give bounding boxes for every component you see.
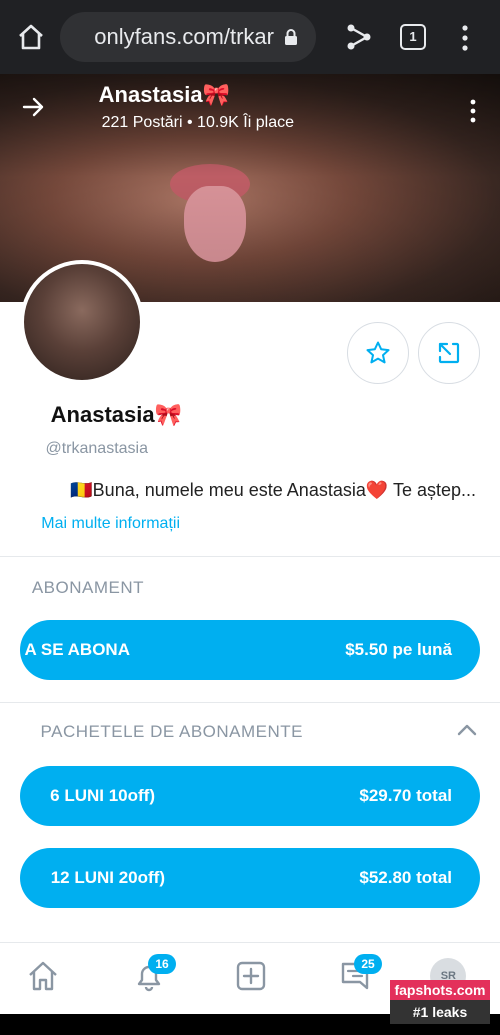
- favorite-button[interactable]: [347, 322, 409, 384]
- share-icon[interactable]: [345, 22, 373, 52]
- cover-title: Anastasia🎀: [98, 82, 230, 107]
- profile-handle: @trkanastasia: [45, 440, 148, 457]
- subscribe-button[interactable]: A SE ABONA $5.50 pe lună: [20, 620, 480, 680]
- notifications-badge: 16: [148, 954, 176, 974]
- share-profile-button[interactable]: [418, 322, 480, 384]
- back-arrow-icon[interactable]: [20, 94, 46, 120]
- subscribe-label: A SE ABONA: [24, 640, 130, 659]
- divider: [0, 556, 500, 557]
- subscribe-price: $5.50 pe lună: [345, 640, 452, 659]
- home-icon[interactable]: [26, 959, 60, 993]
- profile-bio: 🇷🇴Buna, numele meu este Anastasia❤️ Te a…: [70, 480, 476, 500]
- address-bar[interactable]: onlyfans.com/trkar: [60, 12, 316, 62]
- bundle-label: 6 LUNI 10off): [50, 786, 155, 805]
- browser-toolbar: onlyfans.com/trkar 1: [0, 0, 500, 74]
- tab-switcher-icon[interactable]: 1: [400, 24, 426, 50]
- watermark-site: fapshots.com: [390, 980, 490, 1000]
- chevron-up-icon[interactable]: [456, 722, 478, 738]
- subscription-title: ABONAMENT: [31, 578, 144, 597]
- bundle-label: 12 LUNI 20off): [50, 868, 165, 887]
- share-arrow-icon: [438, 342, 460, 364]
- watermark-tagline: #1 leaks: [390, 1000, 490, 1024]
- app-screen: onlyfans.com/trkar 1 Anastasia🎀 221 Post…: [0, 0, 500, 1035]
- url-text: onlyfans.com/trkar: [94, 24, 274, 49]
- bundle-button[interactable]: 6 LUNI 10off) $29.70 total: [20, 766, 480, 826]
- watermark: fapshots.com #1 leaks: [390, 980, 490, 1026]
- divider: [0, 702, 500, 703]
- more-info-link[interactable]: Mai multe informații: [41, 515, 180, 533]
- tab-count: 1: [409, 29, 417, 44]
- more-options-icon[interactable]: [468, 98, 478, 124]
- bundle-button[interactable]: 12 LUNI 20off) $52.80 total: [20, 848, 480, 908]
- messages-badge: 25: [354, 954, 382, 974]
- star-icon: [366, 341, 390, 364]
- bundle-price: $52.80 total: [359, 868, 452, 887]
- bundle-price: $29.70 total: [359, 786, 452, 805]
- bundles-title: PACHETELE DE ABONAMENTE: [40, 722, 303, 741]
- cover-stats: 221 Postări • 10.9K Îi place: [101, 114, 294, 131]
- lock-icon: [285, 29, 297, 45]
- home-icon[interactable]: [16, 22, 46, 52]
- avatar[interactable]: [20, 260, 144, 384]
- add-post-icon[interactable]: [234, 959, 268, 993]
- profile-name: Anastasia🎀: [50, 402, 182, 427]
- overflow-menu-icon[interactable]: [460, 24, 470, 52]
